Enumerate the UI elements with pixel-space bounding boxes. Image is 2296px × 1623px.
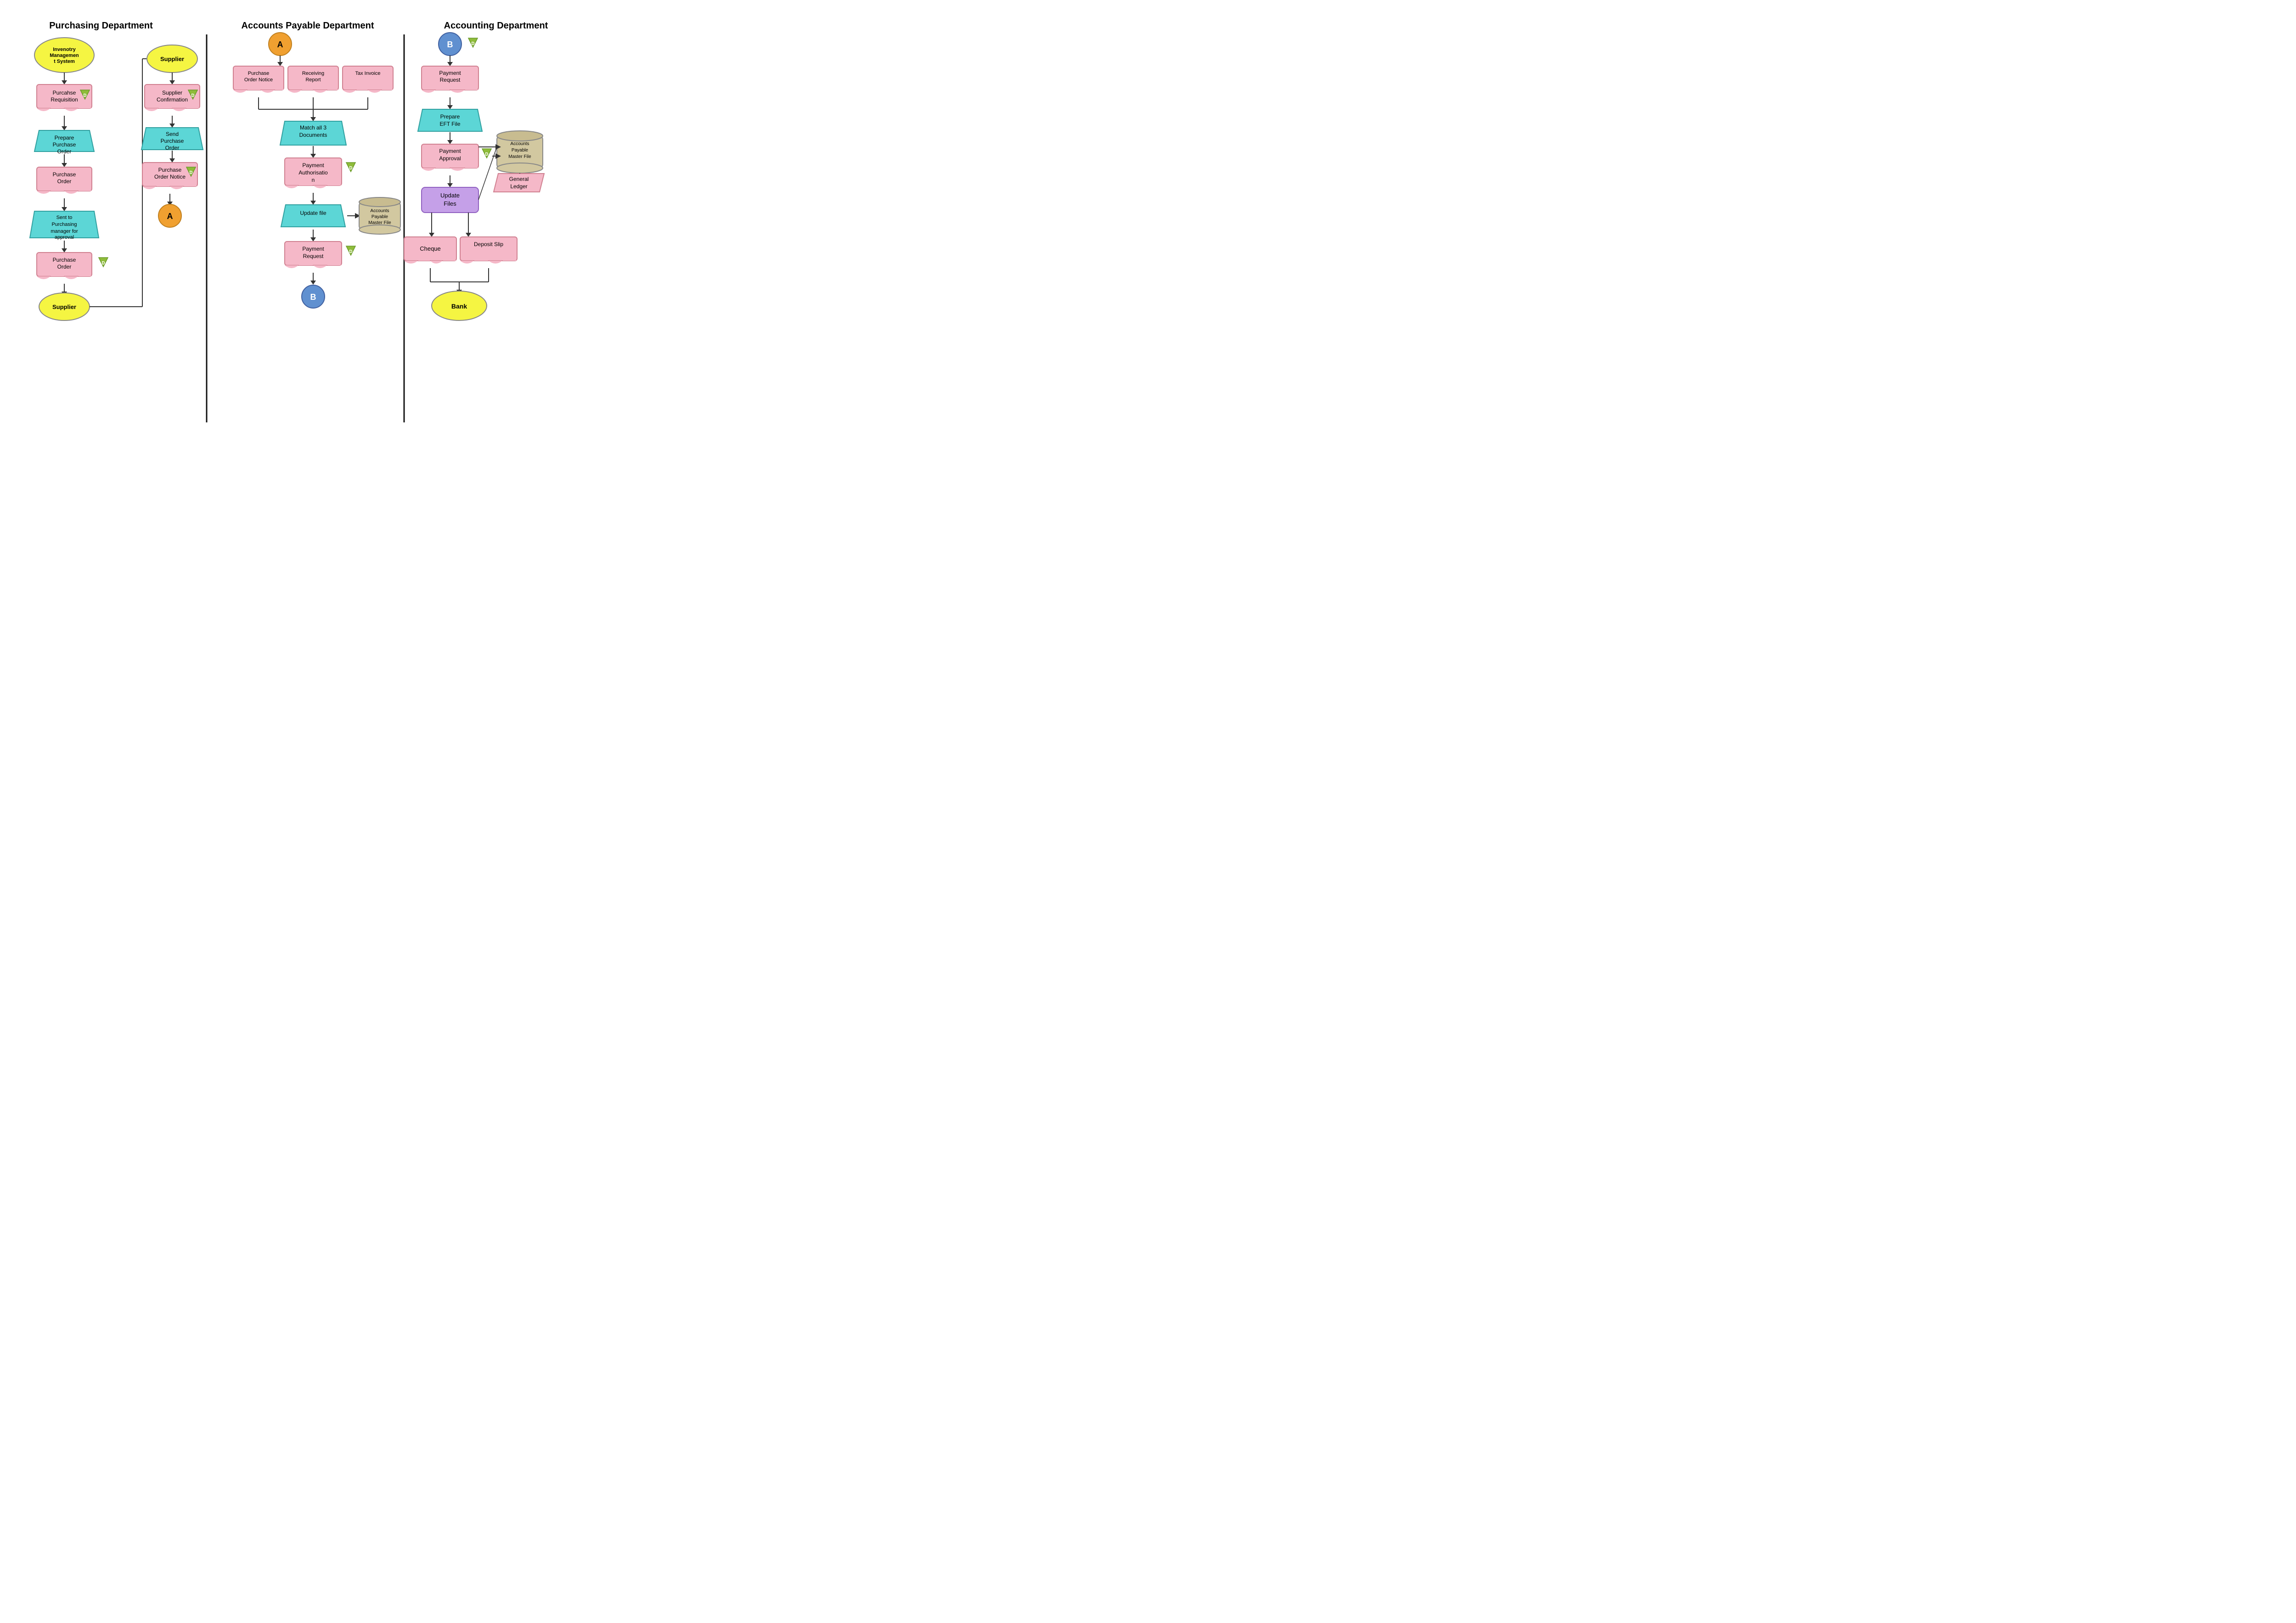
svg-text:Order: Order — [57, 148, 72, 155]
flowchart-diagram: Purchasing Department Accounts Payable D… — [9, 9, 588, 432]
svg-text:Send: Send — [166, 131, 179, 137]
svg-text:Purchase: Purchase — [53, 257, 76, 263]
svg-text:D: D — [485, 152, 488, 157]
svg-text:Match all 3: Match all 3 — [300, 124, 326, 131]
svg-text:Approval: Approval — [439, 155, 461, 162]
svg-text:D: D — [83, 93, 86, 98]
svg-text:Requisition: Requisition — [51, 96, 78, 103]
svg-text:Master File: Master File — [368, 220, 391, 225]
svg-text:Supplier: Supplier — [162, 90, 182, 96]
svg-text:Update: Update — [440, 192, 460, 199]
svg-text:Purchase: Purchase — [248, 71, 269, 76]
svg-text:Sent to: Sent to — [56, 215, 73, 220]
svg-text:Accounts: Accounts — [510, 141, 529, 146]
svg-text:Master File: Master File — [508, 154, 531, 159]
svg-text:Documents: Documents — [299, 132, 327, 138]
accounting-dept-title: Accounting Department — [444, 21, 548, 31]
svg-text:A: A — [277, 40, 283, 49]
svg-text:Purchase: Purchase — [158, 167, 182, 173]
svg-text:Payable: Payable — [371, 214, 388, 219]
svg-text:Accounts: Accounts — [370, 208, 389, 213]
svg-text:Managemen: Managemen — [50, 53, 79, 58]
ap-dept-title: Accounts Payable Department — [242, 21, 374, 31]
svg-text:Receiving: Receiving — [302, 71, 324, 76]
supplier-bottom-label: Supplier — [52, 303, 76, 310]
svg-text:Request: Request — [303, 253, 324, 259]
tax-invoice-shape — [343, 66, 393, 90]
svg-text:Deposit Slip: Deposit Slip — [474, 241, 503, 247]
svg-text:Order Notice: Order Notice — [154, 174, 186, 180]
svg-text:Cheque: Cheque — [420, 245, 441, 252]
svg-text:Purchase: Purchase — [161, 138, 184, 144]
svg-text:Payment: Payment — [302, 246, 324, 252]
deposit-slip-shape — [460, 237, 517, 261]
svg-text:Report: Report — [305, 77, 321, 83]
svg-text:Purchase: Purchase — [53, 141, 76, 148]
svg-text:General: General — [509, 176, 529, 182]
svg-text:D: D — [349, 249, 352, 254]
svg-text:D: D — [191, 93, 194, 98]
svg-text:Prepare: Prepare — [440, 113, 460, 120]
svg-text:Purcahse: Purcahse — [53, 90, 76, 96]
svg-text:D: D — [189, 170, 192, 175]
svg-text:Purchase: Purchase — [53, 171, 76, 178]
svg-text:Order: Order — [57, 178, 72, 185]
svg-text:t System: t System — [54, 59, 75, 64]
svg-text:B: B — [310, 292, 316, 302]
svg-text:Payment: Payment — [439, 70, 461, 76]
svg-text:Confirmation: Confirmation — [157, 96, 188, 103]
svg-text:manager for: manager for — [51, 229, 78, 234]
svg-text:Ledger: Ledger — [510, 183, 527, 190]
bank-label: Bank — [451, 303, 467, 310]
purchasing-dept-title: Purchasing Department — [49, 21, 153, 31]
svg-text:Payment: Payment — [302, 162, 324, 168]
inventory-system-label: Invenotry — [53, 47, 76, 52]
svg-text:Authorisatio: Authorisatio — [298, 169, 328, 176]
svg-text:Request: Request — [440, 77, 461, 83]
svg-text:Payment: Payment — [439, 148, 461, 154]
svg-text:n: n — [312, 177, 315, 183]
svg-text:Tax Invoice: Tax Invoice — [355, 71, 380, 76]
svg-text:Purchasing: Purchasing — [51, 222, 77, 227]
svg-text:D: D — [471, 41, 474, 46]
svg-text:Order: Order — [165, 145, 180, 151]
svg-text:EFT File: EFT File — [439, 121, 460, 127]
svg-text:Payable: Payable — [512, 148, 529, 153]
arrow-head-1 — [62, 80, 67, 84]
svg-text:Update file: Update file — [300, 210, 326, 216]
svg-text:B: B — [447, 40, 453, 49]
svg-text:A: A — [167, 212, 173, 221]
supplier-top-label: Supplier — [160, 56, 184, 62]
svg-text:D: D — [101, 261, 105, 266]
svg-text:Prepare: Prepare — [55, 135, 74, 141]
svg-text:approval: approval — [55, 235, 74, 240]
svg-text:Order Notice: Order Notice — [244, 77, 273, 83]
svg-text:Order: Order — [57, 264, 72, 270]
svg-text:Files: Files — [444, 200, 456, 207]
prepare-eft-shape — [418, 109, 482, 131]
svg-text:D: D — [349, 166, 352, 171]
